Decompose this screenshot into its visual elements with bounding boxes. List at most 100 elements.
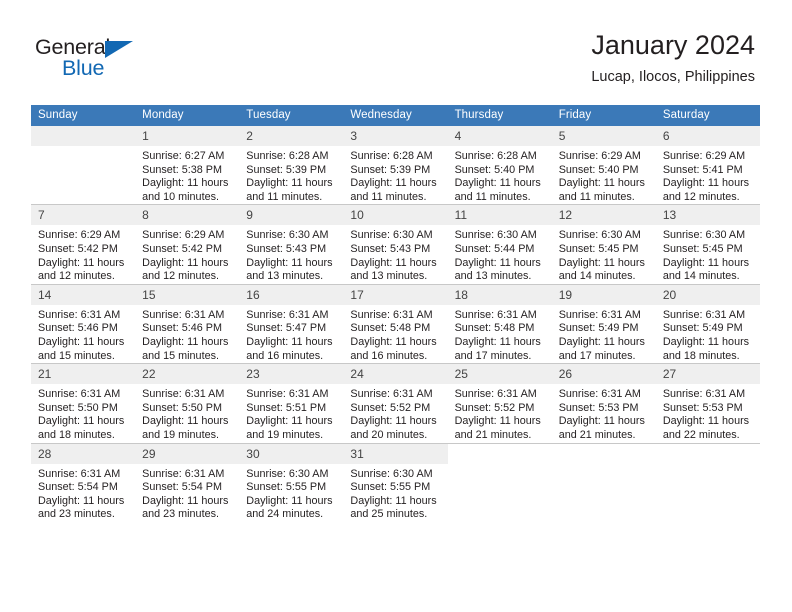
calendar-day-cell[interactable]: 17 Sunrise: 6:31 AM Sunset: 5:48 PM Dayligh…: [343, 283, 448, 364]
calendar-week-row: 1 Sunrise: 6:27 AM Sunset: 5:38 PM Daylight…: [31, 126, 760, 205]
day-detail-line: Sunrise: 6:28 AM: [350, 150, 433, 162]
calendar-day-cell[interactable]: 19 Sunrise: 6:31 AM Sunset: 5:49 PM Dayligh…: [551, 283, 656, 364]
calendar-day-cell[interactable]: 4 Sunrise: 6:28 AM Sunset: 5:40 PM Daylight…: [447, 126, 552, 205]
day-number: 31: [343, 443, 448, 464]
calendar-day-cell[interactable]: 14 Sunrise: 6:31 AM Sunset: 5:46 PM Dayligh…: [31, 283, 136, 364]
day-detail-line: and 12 minutes.: [142, 270, 219, 283]
day-number: 25: [447, 364, 552, 385]
calendar-day-cell[interactable]: 30 Sunrise: 6:30 AM Sunset: 5:55 PM Dayligh…: [239, 442, 344, 522]
calendar-day-cell[interactable]: 26 Sunrise: 6:31 AM Sunset: 5:53 PM Dayligh…: [551, 363, 656, 443]
calendar-day-cell[interactable]: 31 Sunrise: 6:30 AM Sunset: 5:55 PM Dayligh…: [343, 442, 448, 522]
day-detail-line: Sunset: 5:45 PM: [558, 242, 639, 255]
day-detail-line: Sunset: 5:53 PM: [558, 401, 639, 414]
day-detail-line: Sunrise: 6:31 AM: [662, 388, 746, 401]
day-detail-line: Sunrise: 6:31 AM: [350, 308, 433, 321]
day-detail-line: Daylight: 11 hours: [246, 494, 333, 507]
calendar-day-cell[interactable]: 1 Sunrise: 6:27 AM Sunset: 5:38 PM Daylight…: [135, 126, 240, 205]
calendar-day-cell[interactable]: 27 Sunrise: 6:31 AM Sunset: 5:53 PM Dayligh…: [655, 363, 760, 443]
day-detail-line: and 20 minutes.: [350, 428, 428, 441]
day-detail-line: Sunrise: 6:31 AM: [38, 388, 121, 401]
calendar-cell-empty: [447, 442, 552, 522]
day-detail-line: Daylight: 11 hours: [454, 415, 541, 428]
calendar-week-row: 28 Sunrise: 6:31 AM Sunset: 5:54 PM Dayligh…: [31, 442, 760, 522]
day-details: Sunrise: 6:31 AM Sunset: 5:46 PM Daylight:…: [31, 305, 135, 363]
day-detail-line: and 23 minutes.: [142, 508, 219, 521]
day-details: Sunrise: 6:27 AM Sunset: 5:38 PM Daylight:…: [135, 146, 239, 204]
title-block: January 2024 Lucap, Ilocos, Philippines: [591, 28, 755, 86]
day-number: 10: [343, 205, 448, 226]
day-detail-line: Daylight: 11 hours: [142, 335, 229, 348]
day-detail-line: Daylight: 11 hours: [350, 494, 437, 507]
calendar-day-cell[interactable]: 6 Sunrise: 6:29 AM Sunset: 5:41 PM Daylight…: [655, 126, 760, 205]
page-header: General Blue January 2024 Lucap, Ilocos,…: [0, 0, 792, 100]
general-blue-logo: General Blue: [35, 36, 185, 82]
calendar-day-cell[interactable]: 25 Sunrise: 6:31 AM Sunset: 5:52 PM Dayligh…: [447, 363, 552, 443]
day-detail-line: Sunrise: 6:31 AM: [38, 467, 121, 480]
day-detail-line: Sunrise: 6:30 AM: [454, 229, 537, 242]
day-detail-line: Sunset: 5:45 PM: [662, 242, 743, 255]
day-detail-line: Daylight: 11 hours: [38, 494, 125, 507]
calendar-day-cell[interactable]: 13 Sunrise: 6:30 AM Sunset: 5:45 PM Dayligh…: [655, 204, 760, 285]
calendar-day-cell[interactable]: 16 Sunrise: 6:31 AM Sunset: 5:47 PM Dayligh…: [239, 283, 344, 364]
day-detail-line: Sunset: 5:39 PM: [246, 163, 327, 176]
day-detail-line: and 25 minutes.: [350, 508, 428, 521]
calendar-day-cell[interactable]: 24 Sunrise: 6:31 AM Sunset: 5:52 PM Dayligh…: [343, 363, 448, 443]
day-detail-line: and 19 minutes.: [142, 428, 219, 441]
calendar-day-cell[interactable]: 12 Sunrise: 6:30 AM Sunset: 5:45 PM Dayligh…: [551, 204, 656, 285]
day-detail-line: Sunset: 5:44 PM: [454, 242, 535, 255]
day-detail-line: Sunset: 5:40 PM: [454, 163, 535, 176]
calendar-day-cell[interactable]: 29 Sunrise: 6:31 AM Sunset: 5:54 PM Dayligh…: [135, 442, 240, 522]
day-detail-line: Daylight: 11 hours: [454, 335, 541, 348]
calendar-day-cell[interactable]: 15 Sunrise: 6:31 AM Sunset: 5:46 PM Dayligh…: [135, 283, 240, 364]
day-details: Sunrise: 6:30 AM Sunset: 5:43 PM Daylight:…: [343, 225, 447, 283]
day-number: 23: [239, 364, 344, 385]
calendar-day-cell[interactable]: 11 Sunrise: 6:30 AM Sunset: 5:44 PM Dayligh…: [447, 204, 552, 285]
calendar-day-cell[interactable]: 18 Sunrise: 6:31 AM Sunset: 5:48 PM Dayligh…: [447, 283, 552, 364]
day-detail-line: and 15 minutes.: [38, 349, 115, 362]
calendar-day-cell[interactable]: 20 Sunrise: 6:31 AM Sunset: 5:49 PM Dayligh…: [655, 283, 760, 364]
day-detail-line: Sunrise: 6:30 AM: [350, 467, 433, 480]
day-detail-line: and 21 minutes.: [558, 428, 636, 441]
day-detail-line: Sunrise: 6:30 AM: [246, 229, 329, 242]
day-detail-line: and 14 minutes.: [662, 270, 740, 283]
day-number: 8: [135, 205, 240, 226]
day-details: Sunrise: 6:31 AM Sunset: 5:51 PM Daylight:…: [239, 384, 343, 442]
day-number: 3: [343, 126, 448, 146]
calendar-day-cell[interactable]: 28 Sunrise: 6:31 AM Sunset: 5:54 PM Dayligh…: [31, 442, 136, 522]
calendar-day-cell[interactable]: 22 Sunrise: 6:31 AM Sunset: 5:50 PM Dayligh…: [135, 363, 240, 443]
day-number: 29: [135, 443, 240, 464]
calendar-day-cell[interactable]: 9 Sunrise: 6:30 AM Sunset: 5:43 PM Daylight…: [239, 204, 344, 285]
day-details: Sunrise: 6:31 AM Sunset: 5:53 PM Daylight:…: [552, 384, 656, 442]
page-subtitle: Lucap, Ilocos, Philippines: [591, 69, 755, 85]
day-detail-line: Daylight: 11 hours: [246, 415, 333, 428]
day-detail-line: and 11 minutes.: [454, 190, 531, 203]
calendar-day-cell[interactable]: 21 Sunrise: 6:31 AM Sunset: 5:50 PM Dayligh…: [31, 363, 136, 443]
day-detail-line: Daylight: 11 hours: [558, 256, 645, 269]
calendar-day-cell[interactable]: 10 Sunrise: 6:30 AM Sunset: 5:43 PM Dayligh…: [343, 204, 448, 285]
day-detail-line: Sunset: 5:48 PM: [454, 322, 535, 335]
day-detail-line: Sunset: 5:48 PM: [350, 322, 431, 335]
day-detail-line: Sunset: 5:38 PM: [142, 163, 222, 176]
day-detail-line: Sunset: 5:55 PM: [350, 481, 431, 494]
calendar-day-cell[interactable]: 8 Sunrise: 6:29 AM Sunset: 5:42 PM Daylight…: [135, 204, 240, 285]
day-detail-line: Sunset: 5:46 PM: [38, 322, 118, 335]
day-number: [655, 443, 760, 464]
logo-text-blue: Blue: [62, 56, 105, 80]
calendar-week-row: 7 Sunrise: 6:29 AM Sunset: 5:42 PM Daylight…: [31, 204, 760, 285]
calendar-day-cell[interactable]: 23 Sunrise: 6:31 AM Sunset: 5:51 PM Dayligh…: [239, 363, 344, 443]
calendar-day-cell[interactable]: 5 Sunrise: 6:29 AM Sunset: 5:40 PM Daylight…: [551, 126, 656, 205]
day-number: 6: [655, 126, 760, 146]
day-detail-line: Daylight: 11 hours: [350, 415, 437, 428]
day-details: Sunrise: 6:31 AM Sunset: 5:50 PM Daylight:…: [31, 384, 135, 442]
calendar-header-row: Sunday Monday Tuesday Wednesday Thursday Frid…: [31, 105, 760, 126]
day-number: 9: [239, 205, 344, 226]
day-detail-line: and 16 minutes.: [246, 349, 324, 362]
day-detail-line: Sunset: 5:39 PM: [350, 163, 431, 176]
calendar-day-cell[interactable]: 7 Sunrise: 6:29 AM Sunset: 5:42 PM Daylight…: [31, 204, 136, 285]
calendar-week-row: 14 Sunrise: 6:31 AM Sunset: 5:46 PM Dayligh…: [31, 283, 760, 364]
day-detail-line: Sunset: 5:54 PM: [142, 481, 222, 494]
day-number: 16: [239, 284, 344, 305]
calendar-day-cell[interactable]: 3 Sunrise: 6:28 AM Sunset: 5:39 PM Daylight…: [343, 126, 448, 205]
day-detail-line: Sunset: 5:52 PM: [350, 401, 431, 414]
calendar-day-cell[interactable]: 2 Sunrise: 6:28 AM Sunset: 5:39 PM Daylight…: [239, 126, 344, 205]
